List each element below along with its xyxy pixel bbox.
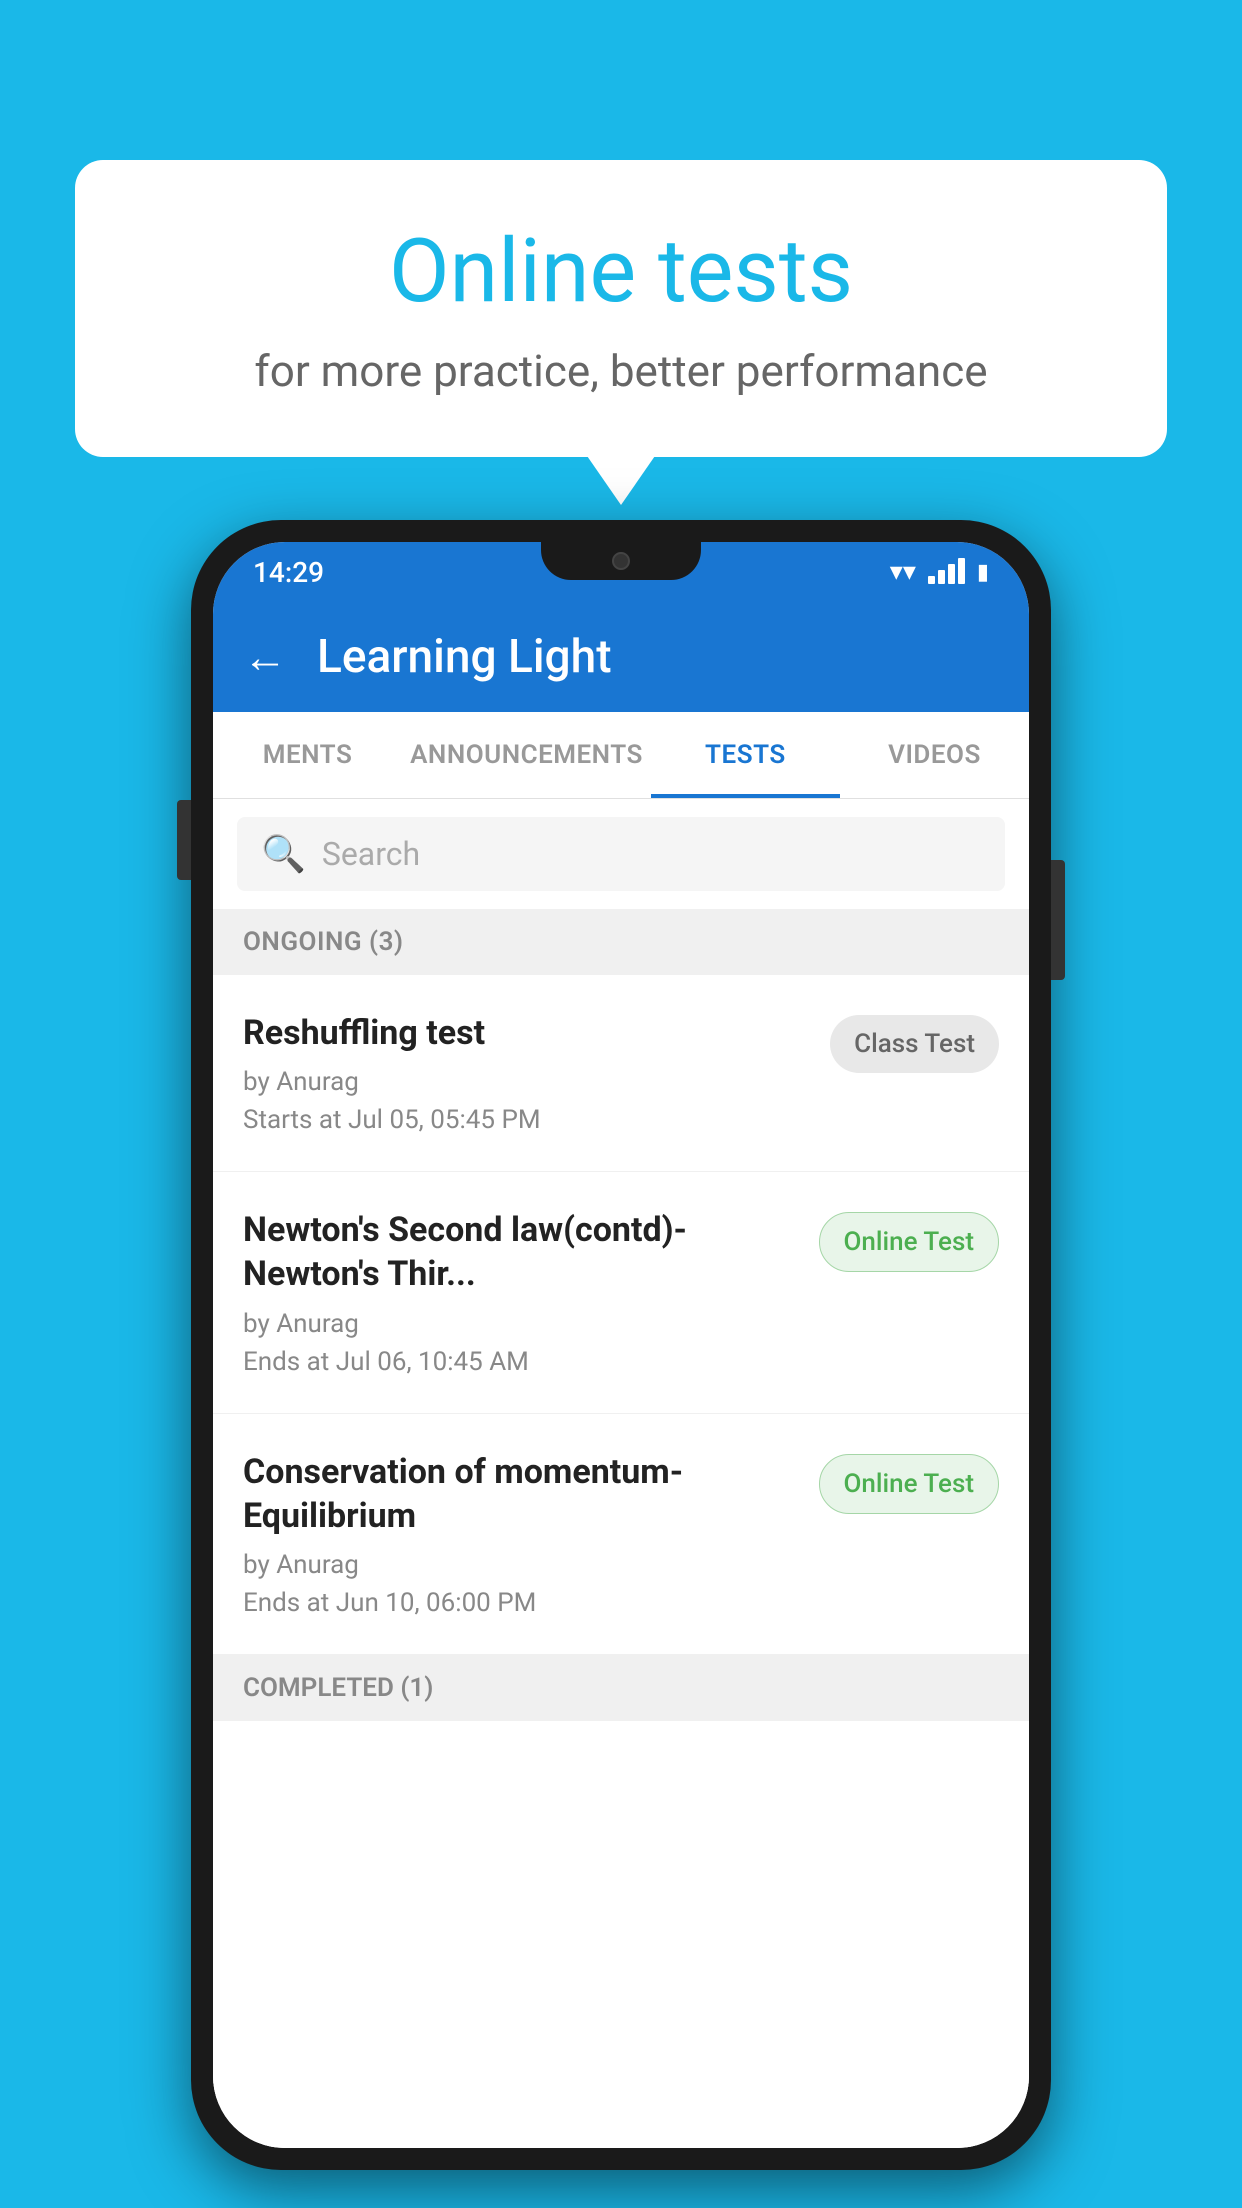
test-by-3: by Anurag <box>243 1550 799 1580</box>
test-by-1: by Anurag <box>243 1067 810 1097</box>
test-badge-2: Online Test <box>819 1212 1000 1272</box>
content-area: 🔍 Search ONGOING (3) Reshuffling test by… <box>213 799 1029 2148</box>
test-name-2: Newton's Second law(contd)-Newton's Thir… <box>243 1208 799 1296</box>
notch <box>541 542 701 580</box>
back-button[interactable]: ← <box>243 631 287 683</box>
test-item-1[interactable]: Reshuffling test by Anurag Starts at Jul… <box>213 975 1029 1172</box>
wifi-icon: ▾▾ <box>890 557 916 587</box>
bubble-title: Online tests <box>155 220 1087 323</box>
completed-title: COMPLETED (1) <box>243 1673 433 1703</box>
status-time: 14:29 <box>253 556 324 589</box>
test-time-1: Starts at Jul 05, 05:45 PM <box>243 1105 810 1135</box>
speech-bubble: Online tests for more practice, better p… <box>75 160 1167 457</box>
test-badge-1: Class Test <box>830 1015 999 1073</box>
front-camera <box>612 552 630 570</box>
test-info-3: Conservation of momentum-Equilibrium by … <box>243 1450 799 1618</box>
phone-device: 14:29 ▾▾ ▮ ← Lear <box>191 520 1051 2170</box>
app-bar-title: Learning Light <box>317 630 612 684</box>
test-name-3: Conservation of momentum-Equilibrium <box>243 1450 799 1538</box>
tab-announcements[interactable]: ANNOUNCEMENTS <box>402 712 651 798</box>
test-info-2: Newton's Second law(contd)-Newton's Thir… <box>243 1208 799 1376</box>
tab-ments[interactable]: MENTS <box>213 712 402 798</box>
search-container: 🔍 Search <box>213 799 1029 909</box>
status-bar: 14:29 ▾▾ ▮ <box>213 542 1029 602</box>
completed-section-header: COMPLETED (1) <box>213 1655 1029 1721</box>
test-time-2: Ends at Jul 06, 10:45 AM <box>243 1347 799 1377</box>
phone-screen: 14:29 ▾▾ ▮ ← Lear <box>213 542 1029 2148</box>
search-box[interactable]: 🔍 Search <box>237 817 1005 891</box>
tab-tests[interactable]: TESTS <box>651 712 840 798</box>
signal-icon <box>928 560 965 584</box>
phone-outer-shell: 14:29 ▾▾ ▮ ← Lear <box>191 520 1051 2170</box>
app-bar: ← Learning Light <box>213 602 1029 712</box>
status-icons: ▾▾ ▮ <box>890 557 989 587</box>
test-info-1: Reshuffling test by Anurag Starts at Jul… <box>243 1011 810 1135</box>
test-item-3[interactable]: Conservation of momentum-Equilibrium by … <box>213 1414 1029 1655</box>
speech-bubble-box: Online tests for more practice, better p… <box>75 160 1167 457</box>
test-name-1: Reshuffling test <box>243 1011 810 1055</box>
test-item-2[interactable]: Newton's Second law(contd)-Newton's Thir… <box>213 1172 1029 1413</box>
tabs-bar: MENTS ANNOUNCEMENTS TESTS VIDEOS <box>213 712 1029 799</box>
battery-icon: ▮ <box>977 560 989 585</box>
ongoing-section-title: ONGOING (3) <box>243 927 404 957</box>
test-time-3: Ends at Jun 10, 06:00 PM <box>243 1588 799 1618</box>
tab-videos[interactable]: VIDEOS <box>840 712 1029 798</box>
test-list: Reshuffling test by Anurag Starts at Jul… <box>213 975 1029 2148</box>
ongoing-section-header: ONGOING (3) <box>213 909 1029 975</box>
search-icon: 🔍 <box>261 833 306 875</box>
bubble-subtitle: for more practice, better performance <box>155 345 1087 397</box>
search-input[interactable]: Search <box>322 835 420 873</box>
test-by-2: by Anurag <box>243 1309 799 1339</box>
test-badge-3: Online Test <box>819 1454 1000 1514</box>
